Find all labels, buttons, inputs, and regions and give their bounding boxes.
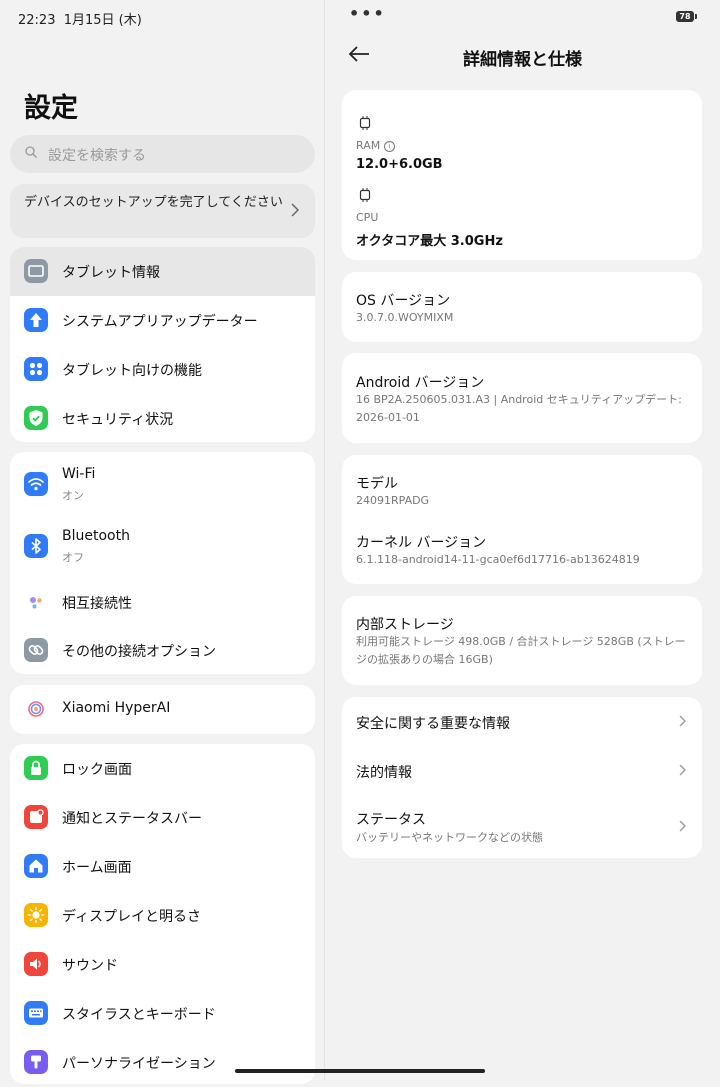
storage-value: 利用可能ストレージ 498.0GB / 合計ストレージ 528GB (ストレージ… <box>356 635 686 666</box>
sidebar-item-label: その他の接続オプション <box>62 644 216 660</box>
sidebar-item-label: ホーム画面 <box>62 860 132 876</box>
os-version-card[interactable]: OS バージョン 3.0.7.0.WOYMIXM <box>342 272 702 342</box>
setup-banner-text: デバイスのセットアップを完了してください <box>24 195 283 210</box>
sidebar-item-stylus-keyboard[interactable]: スタイラスとキーボード <box>10 989 315 1038</box>
safety-info-label: 安全に関する重要な情報 <box>356 716 510 732</box>
android-version-card[interactable]: Android バージョン 16 BP2A.250605.031.A3 | An… <box>342 353 702 443</box>
settings-group-ai: Xiaomi HyperAI <box>10 685 315 734</box>
home-icon <box>24 854 48 878</box>
sidebar-item-wifi[interactable]: Wi-Fi オン <box>10 458 315 510</box>
model-value: 24091RPADG <box>356 494 430 507</box>
sidebar-item-label: タブレット情報 <box>62 265 160 281</box>
chevron-right-icon <box>679 764 686 776</box>
sidebar-item-label: スタイラスとキーボード <box>62 1007 216 1023</box>
os-version-label: OS バージョン <box>356 293 451 309</box>
storage-label: 内部ストレージ <box>356 617 454 633</box>
android-version-value: 16 BP2A.250605.031.A3 | Android セキュリティアッ… <box>356 393 682 424</box>
sidebar-item-home-screen[interactable]: ホーム画面 <box>10 842 315 891</box>
sidebar-item-label: タブレット向けの機能 <box>62 363 202 379</box>
sidebar-item-label: パーソナライゼーション <box>62 1056 216 1072</box>
ram-label: RAM i <box>356 137 686 155</box>
search-icon <box>25 146 37 158</box>
settings-group-connectivity: Wi-Fi オン Bluetooth オフ 相互接続性 その他の接続オプション <box>10 452 315 674</box>
cpu-label: CPU <box>356 211 379 224</box>
sidebar-item-label: ディスプレイと明るさ <box>62 909 202 925</box>
sidebar-item-label: 通知とステータスバー <box>62 811 202 827</box>
chevron-right-icon <box>291 203 299 217</box>
sidebar-item-sub: オフ <box>62 551 84 564</box>
info-links-card: 安全に関する重要な情報 法的情報 ステータス バッテリーやネットワークなどの状態 <box>342 697 702 858</box>
settings-group-device: タブレット情報 システムアプリアップデーター タブレット向けの機能 セキュリティ… <box>10 247 315 442</box>
info-icon[interactable]: i <box>383 140 395 152</box>
wifi-icon <box>24 472 48 496</box>
sidebar-item-tablet-info[interactable]: タブレット情報 <box>10 247 315 296</box>
sidebar-item-display[interactable]: ディスプレイと明るさ <box>10 891 315 940</box>
hyperai-icon <box>24 697 48 721</box>
sidebar-item-label: システムアプリアップデーター <box>62 314 258 330</box>
ram-value: 12.0+6.0GB <box>356 157 443 172</box>
battery-icon: 78 <box>676 11 697 22</box>
sidebar-item-label: ロック画面 <box>62 762 132 778</box>
interconnect-dots-icon <box>24 590 48 614</box>
sidebar-item-tablet-features[interactable]: タブレット向けの機能 <box>10 345 315 394</box>
model-kernel-card: モデル 24091RPADG カーネル バージョン 6.1.118-androi… <box>342 455 702 584</box>
sidebar-item-lock-screen[interactable]: ロック画面 <box>10 744 315 793</box>
brush-icon <box>24 1050 48 1074</box>
tablet-icon <box>24 259 48 283</box>
keyboard-icon <box>24 1001 48 1025</box>
hardware-card: RAM i 12.0+6.0GB CPU オクタコア最大 3.0GHz <box>342 90 702 260</box>
more-dots-icon[interactable]: ••• <box>349 4 386 23</box>
sun-icon <box>24 903 48 927</box>
status-label: ステータス <box>356 812 426 828</box>
sidebar-item-label: Bluetooth <box>62 528 130 544</box>
sidebar-item-label: サウンド <box>62 958 118 974</box>
notification-icon <box>24 805 48 829</box>
grid-dots-icon <box>24 357 48 381</box>
shield-check-icon <box>24 406 48 430</box>
sidebar-item-security-status[interactable]: セキュリティ状況 <box>10 394 315 443</box>
status-sub: バッテリーやネットワークなどの状態 <box>356 831 543 844</box>
chevron-right-icon <box>679 820 686 832</box>
status-time: 22:23 1月15日 (木) <box>18 13 142 28</box>
sidebar-item-label: Xiaomi HyperAI <box>62 700 171 716</box>
page-title: 設定 <box>24 93 78 124</box>
sidebar-item-sound[interactable]: サウンド <box>10 940 315 989</box>
settings-group-personalization: ロック画面 通知とステータスバー ホーム画面 ディスプレイと明るさ サウンド ス… <box>10 744 315 1084</box>
status-item[interactable]: ステータス バッテリーやネットワークなどの状態 <box>342 797 702 855</box>
sidebar-item-system-app-updater[interactable]: システムアプリアップデーター <box>10 296 315 345</box>
kernel-version-value: 6.1.118-android14-11-gca0ef6d17716-ab136… <box>356 553 640 566</box>
cpu-value: オクタコア最大 3.0GHz <box>356 234 503 249</box>
sidebar-item-hyperai[interactable]: Xiaomi HyperAI <box>10 685 315 734</box>
chip-icon <box>359 188 371 202</box>
sidebar-item-other-connections[interactable]: その他の接続オプション <box>10 626 315 675</box>
gesture-home-bar[interactable] <box>235 1069 485 1073</box>
sidebar-item-sub: オン <box>62 489 84 502</box>
sidebar-item-interconnectivity[interactable]: 相互接続性 <box>10 578 315 627</box>
safety-info-item[interactable]: 安全に関する重要な情報 <box>342 697 702 746</box>
sidebar-item-label: Wi-Fi <box>62 466 96 482</box>
kernel-version-label: カーネル バージョン <box>356 535 487 551</box>
search-placeholder: 設定を検索する <box>48 148 146 164</box>
os-version-value: 3.0.7.0.WOYMIXM <box>356 311 454 324</box>
arrow-up-icon <box>24 308 48 332</box>
sidebar-item-notifications[interactable]: 通知とステータスバー <box>10 793 315 842</box>
legal-info-item[interactable]: 法的情報 <box>342 746 702 795</box>
link-icon <box>24 638 48 662</box>
speaker-icon <box>24 952 48 976</box>
sidebar-item-bluetooth[interactable]: Bluetooth オフ <box>10 520 315 572</box>
android-version-label: Android バージョン <box>356 375 485 391</box>
chevron-right-icon <box>679 715 686 727</box>
legal-info-label: 法的情報 <box>356 765 412 781</box>
model-label: モデル <box>356 476 398 492</box>
search-input[interactable]: 設定を検索する <box>10 135 315 173</box>
sidebar-item-label: セキュリティ状況 <box>62 412 174 428</box>
sidebar-item-label: 相互接続性 <box>62 596 132 612</box>
lock-icon <box>24 756 48 780</box>
setup-banner[interactable]: デバイスのセットアップを完了してください <box>10 184 315 238</box>
storage-card[interactable]: 内部ストレージ 利用可能ストレージ 498.0GB / 合計ストレージ 528G… <box>342 596 702 685</box>
bluetooth-icon <box>24 534 48 558</box>
chip-icon <box>359 116 371 130</box>
detail-page-title: 詳細情報と仕様 <box>463 50 582 70</box>
